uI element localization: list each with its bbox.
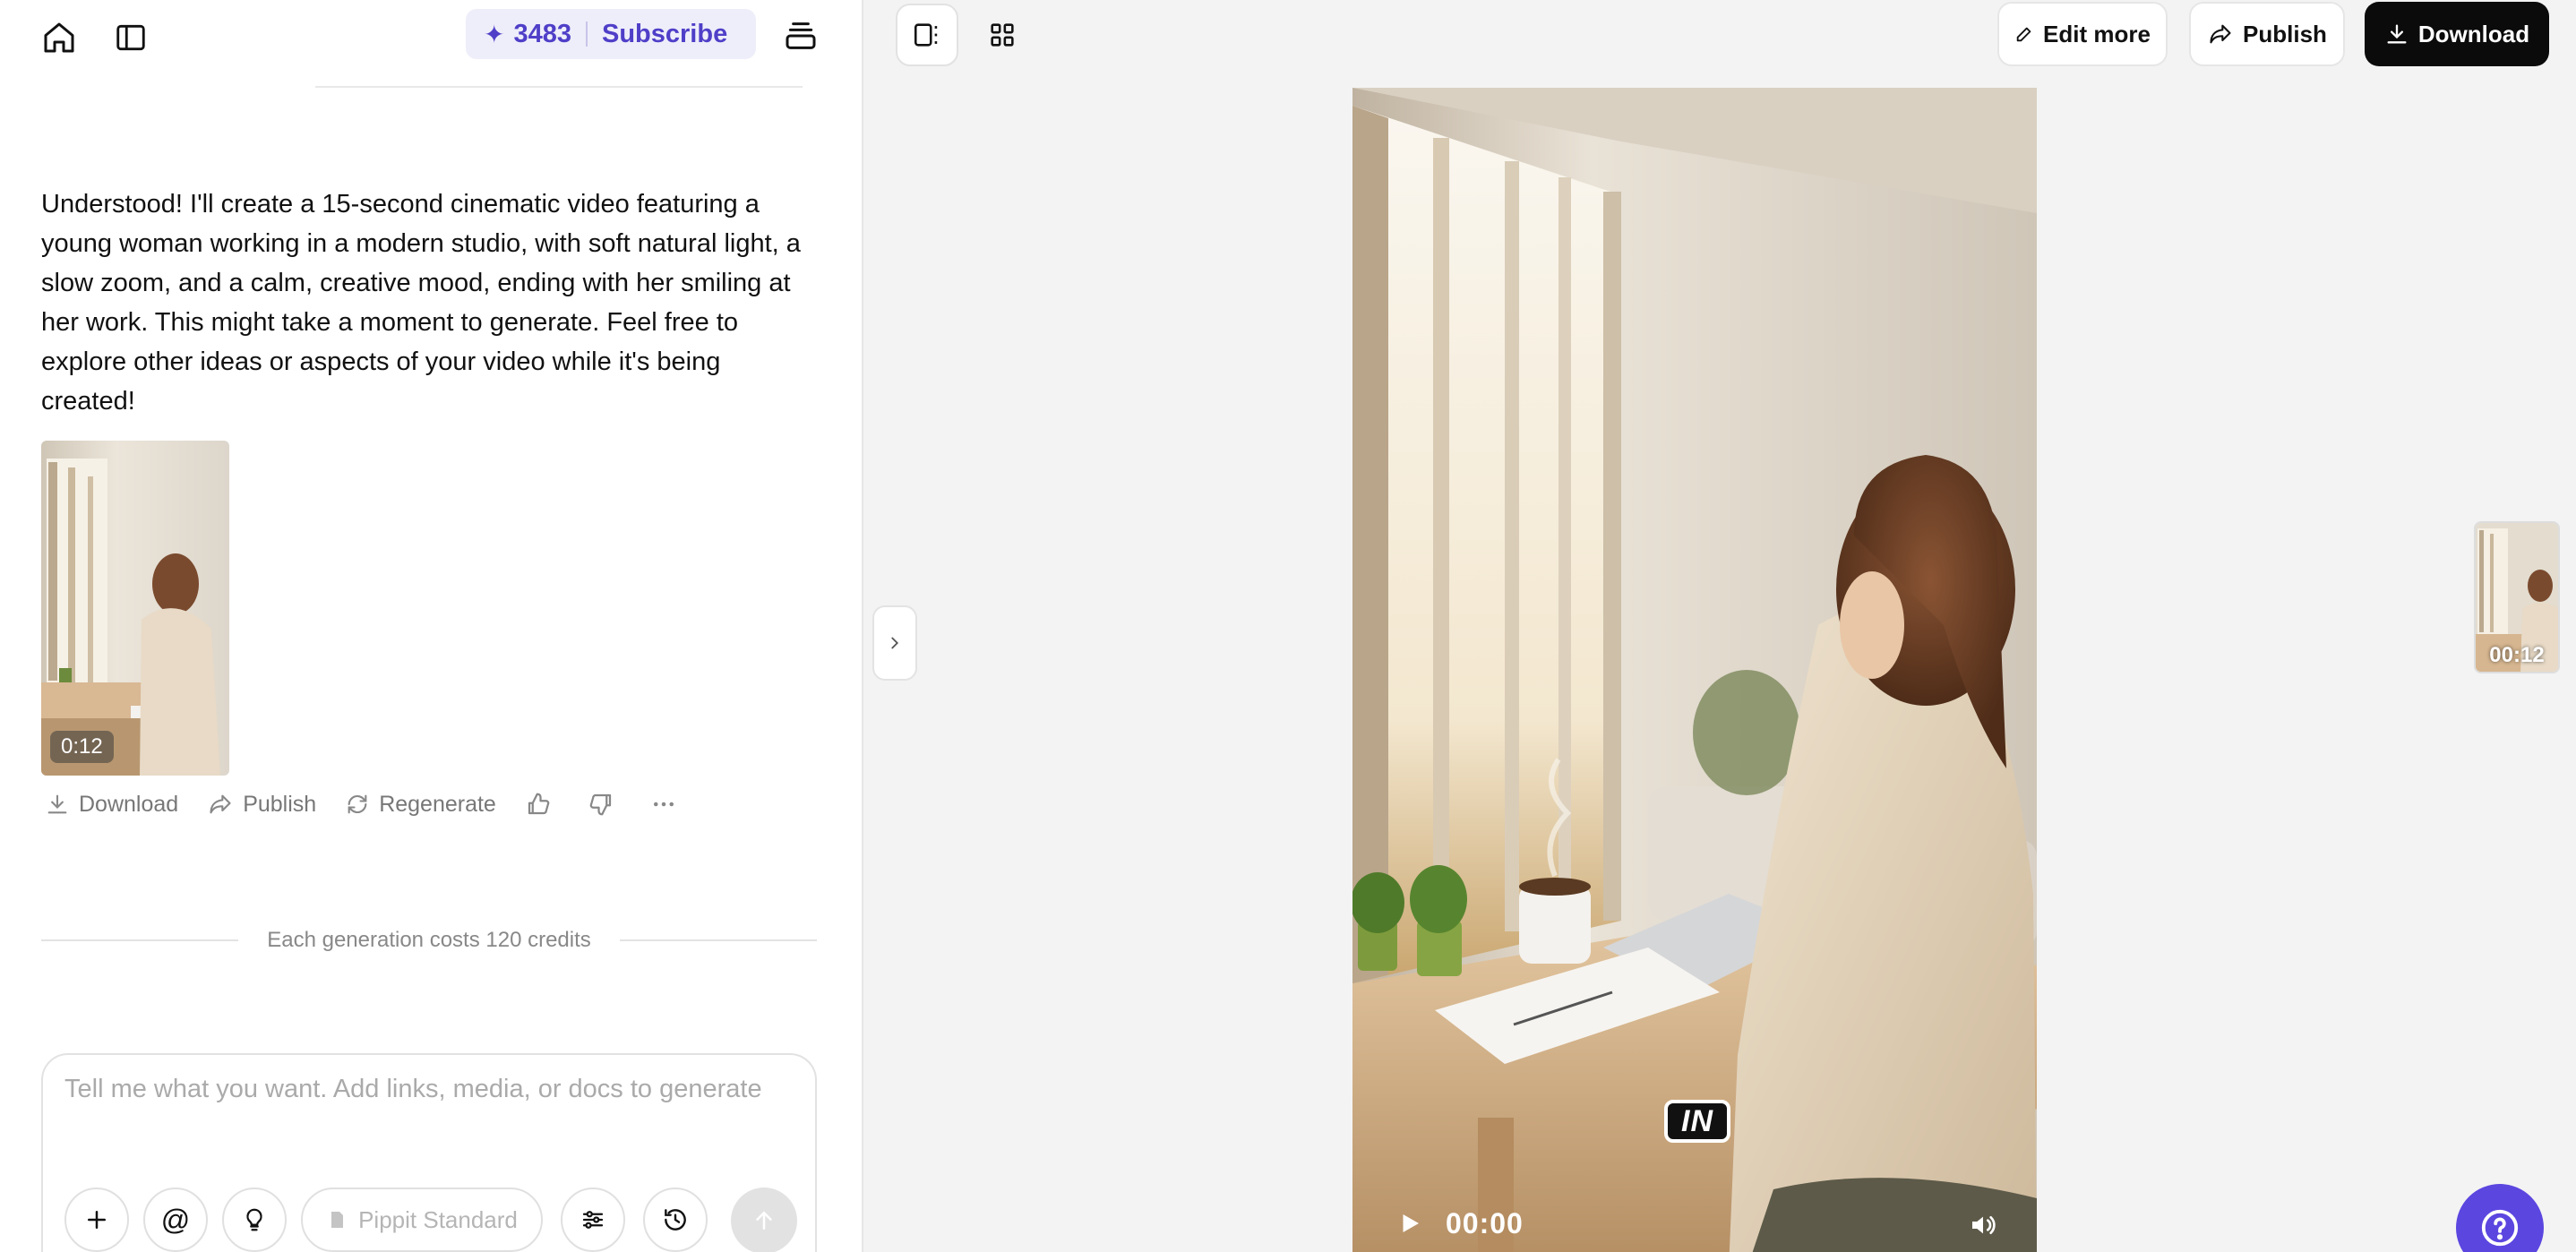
credits-pill[interactable]: ✦ 3483 Subscribe: [466, 9, 756, 59]
sparkle-icon: ✦: [484, 20, 505, 48]
model-label: Pippit Standard: [358, 1205, 518, 1233]
chat-panel: ✦ 3483 Subscribe Understood! I'll create…: [0, 0, 863, 1252]
settings-button[interactable]: [561, 1188, 625, 1252]
play-icon: [1403, 1214, 1419, 1232]
pill-divider: [585, 21, 588, 47]
thumbs-up-icon: [528, 793, 550, 815]
refresh-icon: [348, 794, 367, 814]
sliders-icon: [582, 1211, 604, 1229]
panel-view-icon: [914, 23, 938, 47]
home-icon: [44, 22, 74, 53]
thumbs-down-icon: [589, 793, 611, 816]
composer: @ Pippit Standard: [41, 1053, 817, 1252]
download-label: Download: [79, 791, 179, 817]
watermark-logo: IN: [1664, 1100, 1730, 1143]
divider: [315, 86, 803, 88]
share-arrow-icon: [210, 794, 231, 814]
model-select[interactable]: Pippit Standard: [301, 1188, 543, 1252]
volume-button[interactable]: [1965, 1207, 2001, 1243]
download-top-button[interactable]: Download: [2365, 2, 2549, 66]
grid-icon: [991, 23, 1014, 47]
mention-button[interactable]: @: [143, 1188, 208, 1252]
message-actions: Download Publish Regenerate: [45, 785, 713, 824]
lightbulb-icon: [246, 1208, 262, 1231]
chevron-right-icon: [891, 637, 899, 649]
credits-count: 3483: [513, 19, 571, 48]
prompt-input[interactable]: [64, 1075, 799, 1104]
help-button[interactable]: [2456, 1184, 2544, 1252]
thumbnail-duration: 0:12: [50, 731, 114, 763]
single-view-button[interactable]: [896, 4, 958, 66]
divider: [619, 939, 818, 941]
home-button[interactable]: [36, 14, 82, 61]
stack-icon: [786, 22, 816, 49]
cost-note-text: Each generation costs 120 credits: [267, 928, 591, 952]
more-dots-icon: [653, 802, 674, 807]
share-arrow-icon: [2210, 24, 2231, 44]
divider: [41, 939, 239, 941]
regenerate-label: Regenerate: [379, 791, 496, 817]
question-icon: [2481, 1209, 2519, 1247]
inspiration-button[interactable]: [222, 1188, 287, 1252]
pencil-icon: [2016, 27, 2031, 42]
publish-top-button[interactable]: Publish: [2189, 2, 2345, 66]
play-button[interactable]: [1392, 1205, 1428, 1241]
download-button[interactable]: Download: [45, 792, 178, 818]
time-readout: 00:00: [1446, 1207, 1524, 1239]
toggle-sidebar-button[interactable]: [107, 14, 154, 61]
clip-duration: 00:12: [2489, 643, 2545, 667]
download-top-label: Download: [2417, 20, 2530, 47]
add-attachment-button[interactable]: [64, 1188, 129, 1252]
model-icon: [331, 1212, 344, 1228]
history-icon: [665, 1209, 686, 1231]
volume-icon: [1972, 1216, 1996, 1234]
edit-more-label: Edit more: [2043, 20, 2151, 47]
history-button[interactable]: [643, 1188, 708, 1252]
subscribe-link[interactable]: Subscribe: [602, 20, 727, 49]
publish-label: Publish: [243, 791, 317, 817]
send-button[interactable]: [731, 1188, 797, 1252]
expand-panel-button[interactable]: [872, 605, 917, 681]
assistant-message: Understood! I'll create a 15-second cine…: [41, 190, 801, 416]
grid-view-button[interactable]: [971, 4, 1034, 66]
at-icon: @: [160, 1203, 191, 1236]
like-button[interactable]: [525, 791, 561, 818]
publish-top-label: Publish: [2243, 20, 2327, 47]
cost-note: Each generation costs 120 credits: [41, 926, 818, 955]
publish-button[interactable]: Publish: [207, 792, 316, 818]
video-frame: [1352, 88, 2037, 1252]
edit-more-button[interactable]: Edit more: [1997, 2, 2168, 66]
arrow-up-icon: [756, 1211, 772, 1230]
projects-button[interactable]: [777, 13, 824, 59]
video-player[interactable]: IN 00:00: [1352, 88, 2037, 1252]
more-options-button[interactable]: [650, 791, 686, 818]
sidebar-icon: [116, 24, 145, 51]
download-icon: [2387, 24, 2407, 44]
regenerate-button[interactable]: Regenerate: [345, 792, 496, 818]
video-thumbnail[interactable]: 0:12: [41, 441, 229, 776]
plus-icon: [88, 1211, 106, 1229]
dislike-button[interactable]: [588, 791, 623, 818]
video-thumbnail-image: [41, 441, 229, 776]
download-icon: [47, 794, 67, 814]
clip-thumbnail[interactable]: 00:12: [2474, 521, 2560, 673]
